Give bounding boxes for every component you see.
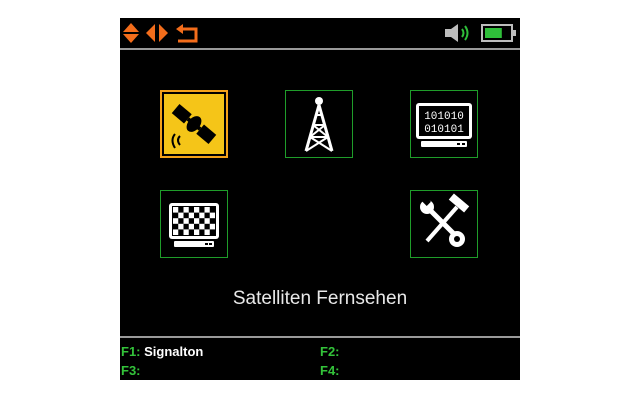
tile-satellite-tv[interactable] [160,90,228,158]
function-key-value: Signalton [144,344,204,359]
checker-cell [183,218,189,224]
checker-cell [194,207,200,213]
checker-cell [173,218,179,224]
checker-cell [178,212,184,219]
antenna-tower-icon [304,97,334,152]
function-key-f1[interactable]: F1: Signalton [121,344,203,359]
checker-cell [188,212,194,219]
binary-display-icon: 101010 010101 [416,103,472,147]
checker-cell [194,229,200,235]
tools-icon [420,193,470,247]
satellite-icon [164,94,224,154]
checker-cell [204,229,210,235]
tile-display-test[interactable] [160,190,228,258]
speaker-icon [445,24,469,42]
back-arrow-icon[interactable] [174,22,200,44]
checker-cell [173,229,179,235]
checker-cell [188,223,194,230]
tile-data-stream[interactable]: 101010 010101 [410,90,478,158]
function-key-f2[interactable]: F2: [320,344,340,359]
checker-cell [178,223,184,230]
svg-text:101010: 101010 [424,111,464,123]
checker-cell [183,229,189,235]
checker-cell [204,207,210,213]
checker-cell [183,207,189,213]
checker-cell [173,207,179,213]
svg-text:010101: 010101 [424,124,464,136]
battery-icon [481,24,516,42]
function-key-label: F4: [320,363,340,378]
top-divider [120,48,520,50]
top-status-bar [120,18,520,48]
function-key-label: F3: [121,363,141,378]
up-down-arrows-icon[interactable] [122,22,140,44]
function-key-f3[interactable]: F3: [121,363,141,378]
checker-cell [209,212,215,219]
checker-cell [199,212,205,219]
menu-caption: Satelliten Fernsehen [232,288,408,309]
checker-cell [204,218,210,224]
bottom-divider [120,336,520,338]
function-key-f4[interactable]: F4: [320,363,340,378]
function-key-label: F1: [121,344,141,359]
function-key-label: F2: [320,344,340,359]
checkerboard-display-icon [169,203,219,247]
checker-cell [194,218,200,224]
device-screen: 101010 010101 Satelliten Fernsehen F1: S… [120,18,520,380]
left-right-arrows-icon[interactable] [144,22,170,44]
checker-cell [199,223,205,230]
checker-cell [209,223,215,230]
tile-terrestrial-tv[interactable] [285,90,353,158]
tile-tools[interactable] [410,190,478,258]
